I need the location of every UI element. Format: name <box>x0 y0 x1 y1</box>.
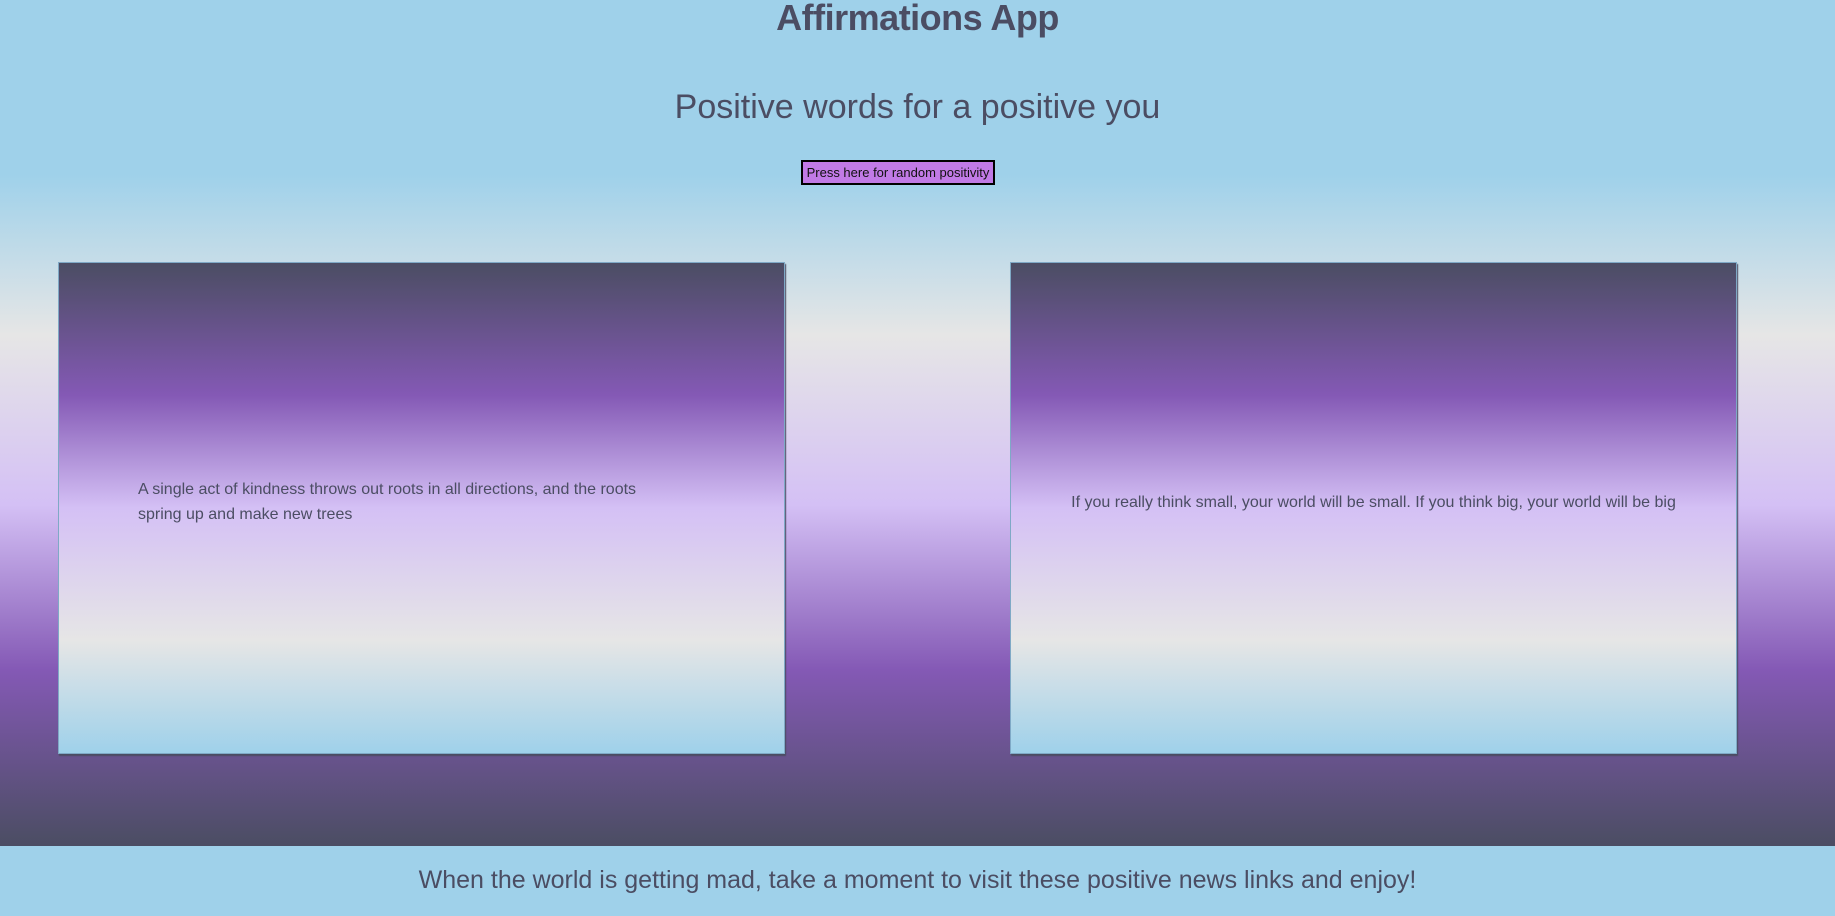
affirmation-card-left: A single act of kindness throws out root… <box>58 262 785 754</box>
app-title: Affirmations App <box>776 0 1059 38</box>
affirmation-text: If you really think small, your world wi… <box>1071 493 1676 511</box>
page-subtitle: Positive words for a positive you <box>674 88 1161 126</box>
affirmation-text: A single act of kindness throws out root… <box>138 481 637 523</box>
random-positivity-button[interactable]: Press here for random positivity <box>801 160 995 185</box>
affirmation-card-right: If you really think small, your world wi… <box>1010 262 1737 754</box>
footer: When the world is getting mad, take a mo… <box>0 846 1835 916</box>
footer-text: When the world is getting mad, take a mo… <box>418 866 1417 894</box>
